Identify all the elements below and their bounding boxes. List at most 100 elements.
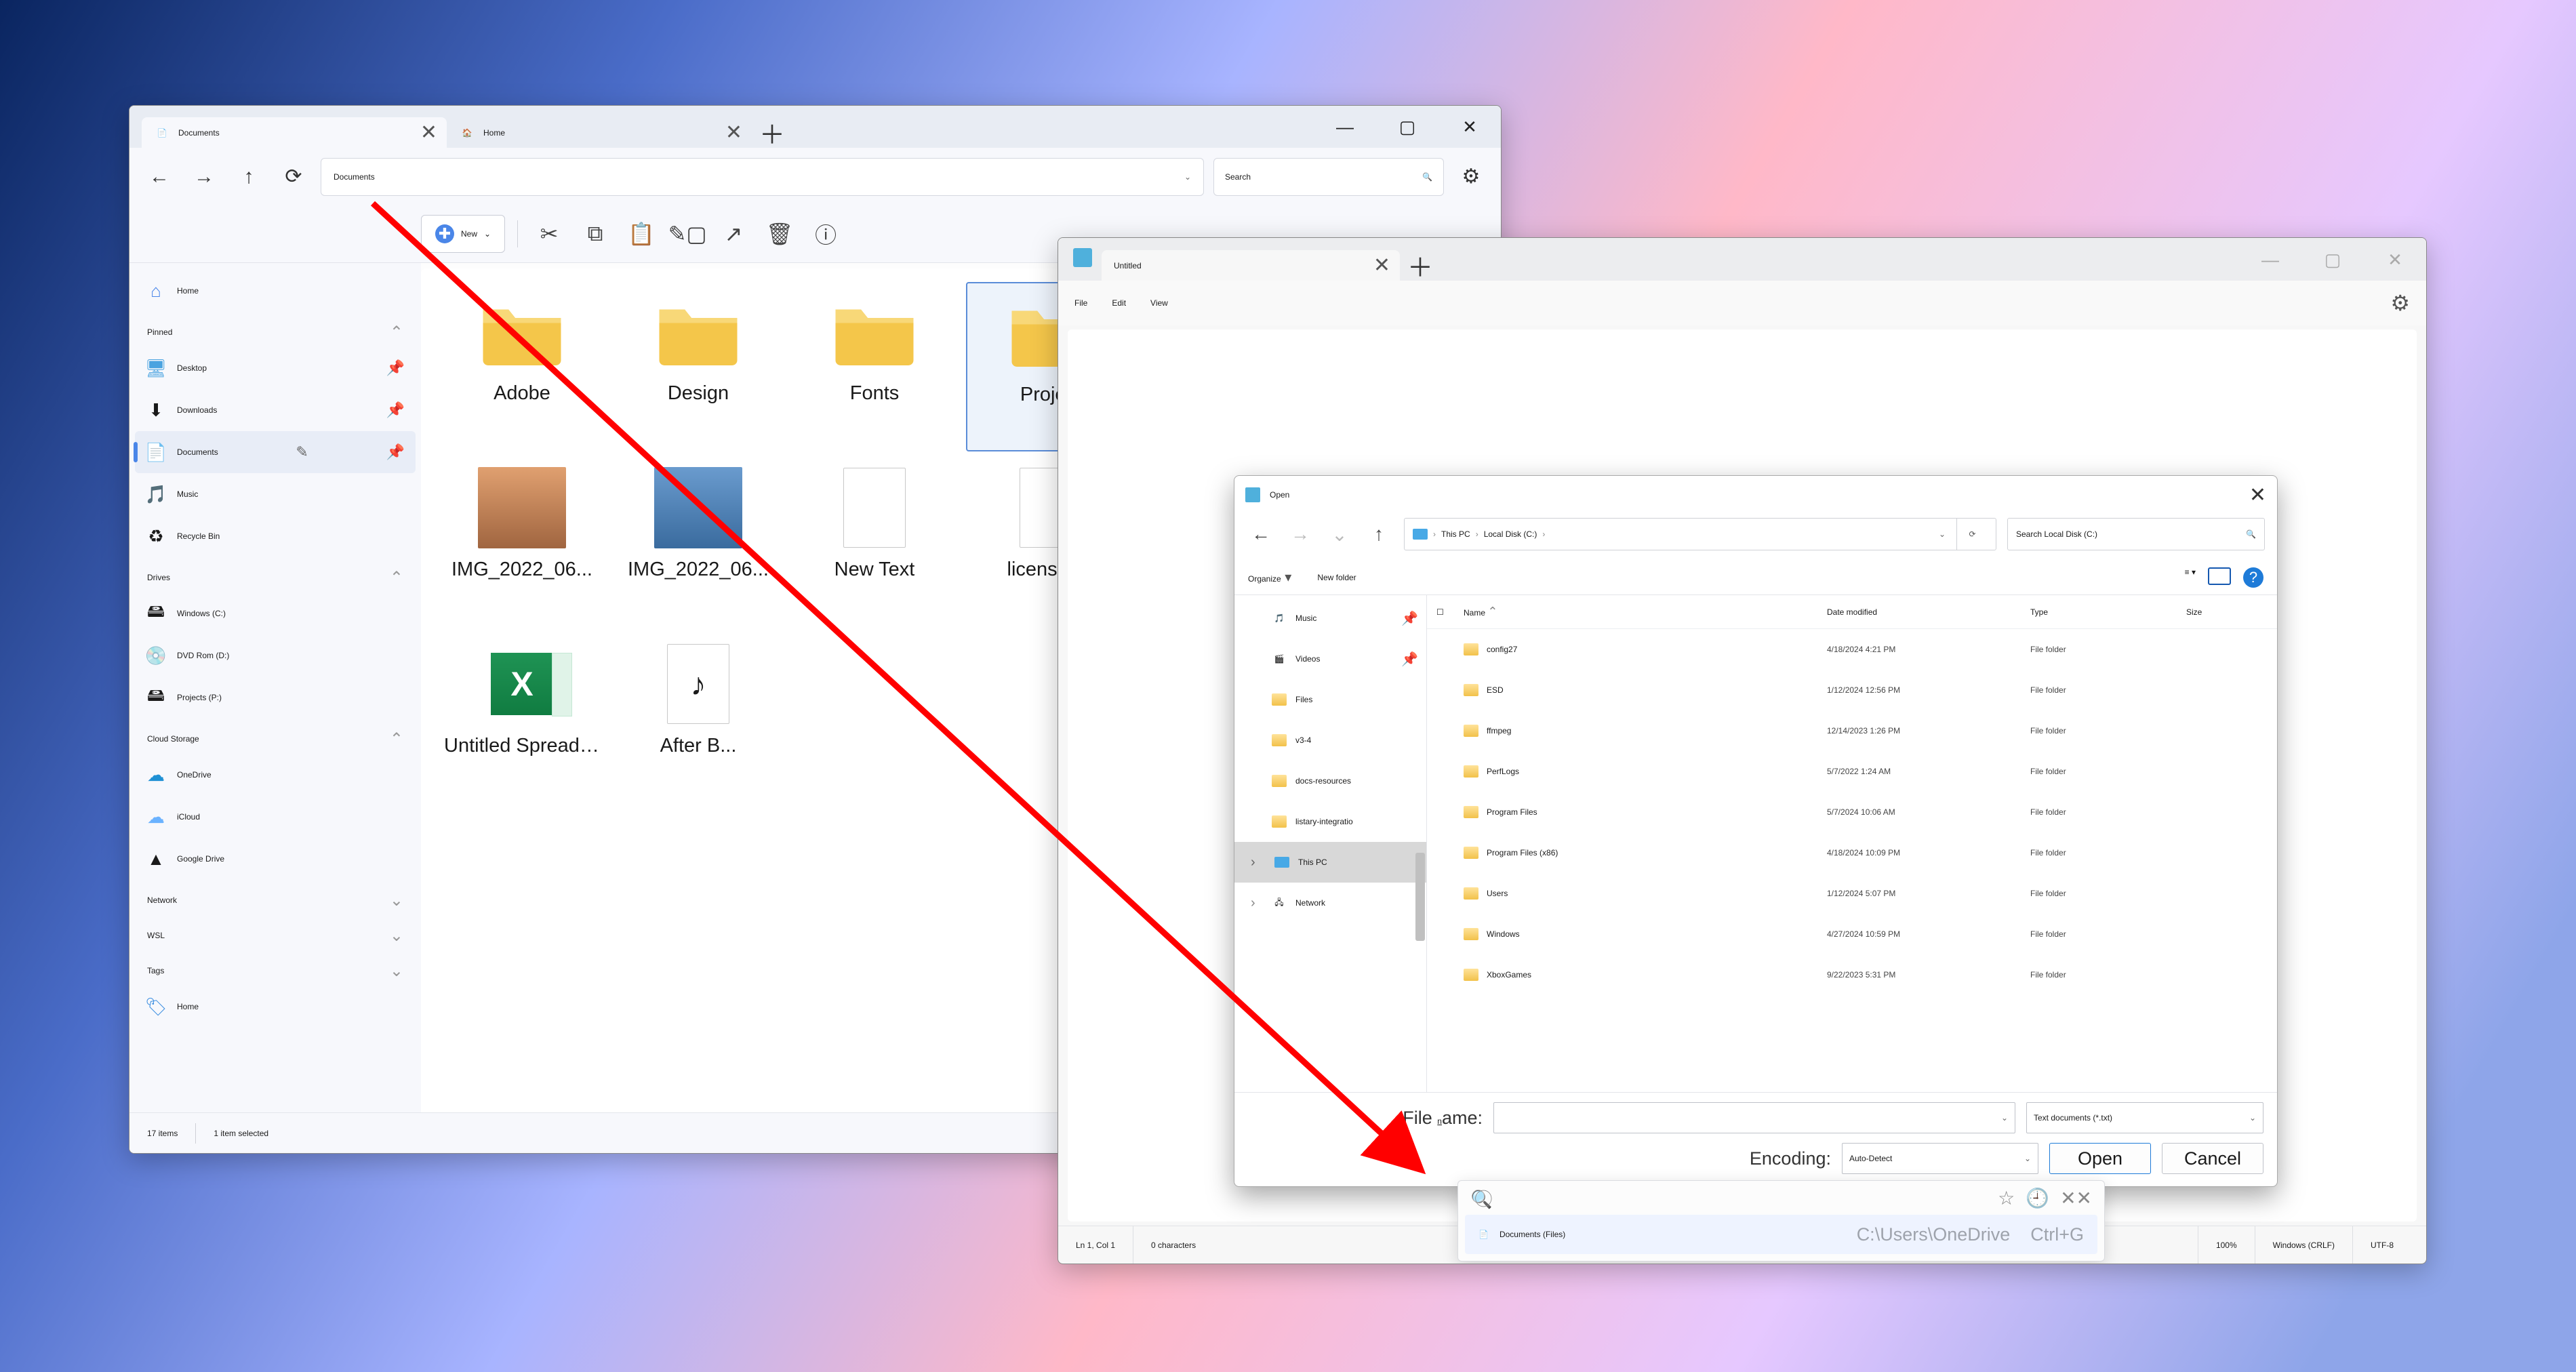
file-row[interactable]: XboxGames9/22/2023 5:31 PMFile folder <box>1427 954 2277 995</box>
tags-header[interactable]: Tags⌄ <box>135 950 416 986</box>
cancel-button[interactable]: Cancel <box>2162 1143 2263 1174</box>
zoom-level[interactable]: 100% <box>2198 1226 2255 1264</box>
cloud-header[interactable]: Cloud Storage⌃ <box>135 719 416 754</box>
pin-icon[interactable]: 📌 <box>386 359 405 377</box>
nav-item[interactable]: Files <box>1234 679 1426 720</box>
encoding[interactable]: UTF-8 <box>2352 1226 2411 1264</box>
file-row[interactable]: Program Files5/7/2024 10:06 AMFile folde… <box>1427 792 2277 832</box>
nav-item[interactable]: v3-4 <box>1234 720 1426 761</box>
nav-item[interactable]: listary-integratio <box>1234 801 1426 842</box>
breadcrumb[interactable]: › This PC› Local Disk (C:)› ⌄ ⟳ <box>1404 518 1996 550</box>
sidebar-item-gdrive[interactable]: ▲Google Drive <box>135 838 416 880</box>
search-input[interactable]: Search Local Disk (C:) 🔍 <box>2007 518 2265 550</box>
address-bar[interactable]: Documents ⌄ <box>321 158 1204 196</box>
file-row[interactable]: Windows4/27/2024 10:59 PMFile folder <box>1427 914 2277 954</box>
menu-view[interactable]: View <box>1150 298 1168 308</box>
file-row[interactable]: Program Files (x86)4/18/2024 10:09 PMFil… <box>1427 832 2277 873</box>
forward-button[interactable]: → <box>186 159 222 195</box>
close-button[interactable]: ✕ <box>2249 483 2266 507</box>
organize-menu[interactable]: Organize <box>1248 569 1291 586</box>
file-row[interactable]: config274/18/2024 4:21 PMFile folder <box>1427 629 2277 670</box>
grid-item[interactable]: ♪After B... <box>613 634 783 804</box>
history-icon[interactable]: 🕘 <box>2026 1187 2049 1209</box>
settings-button[interactable]: ⚙ <box>2390 290 2410 316</box>
file-row[interactable]: ffmpeg12/14/2023 1:26 PMFile folder <box>1427 710 2277 751</box>
menu-edit[interactable]: Edit <box>1112 298 1126 308</box>
tab-untitled[interactable]: Untitled ✕ <box>1102 250 1400 281</box>
grid-item[interactable]: XUntitled Spreads... <box>437 634 607 804</box>
pinned-header[interactable]: Pinned⌃ <box>135 312 416 347</box>
share-button[interactable]: ↗ <box>715 215 752 253</box>
pin-icon[interactable]: 📌 <box>386 401 405 419</box>
help-button[interactable]: ? <box>2243 567 2263 588</box>
delete-button[interactable]: 🗑 <box>761 215 799 253</box>
network-header[interactable]: Network⌄ <box>135 880 416 915</box>
sidebar-item-drive-p[interactable]: 🖴Projects (P:) <box>135 677 416 719</box>
tab-documents[interactable]: 📄 Documents ✕ <box>142 117 447 148</box>
breadcrumb-segment[interactable]: Local Disk (C:) <box>1484 529 1537 539</box>
back-button[interactable]: ← <box>142 159 177 195</box>
close-button[interactable]: ✕ <box>1438 106 1501 148</box>
expand-icon[interactable]: › <box>1251 855 1263 870</box>
info-button[interactable]: ⓘ <box>807 215 845 253</box>
nav-item[interactable]: ›This PC <box>1234 842 1426 883</box>
grid-item[interactable]: IMG_2022_06... <box>437 458 607 628</box>
close-icon[interactable]: ✕ <box>420 121 437 144</box>
nav-item[interactable]: 🎬Videos📌 <box>1234 639 1426 679</box>
star-icon[interactable]: ☆ <box>1998 1187 2015 1209</box>
breadcrumb-segment[interactable]: This PC <box>1441 529 1470 539</box>
checkbox-header[interactable]: ☐ <box>1436 607 1464 617</box>
up-button[interactable]: ↑ <box>1365 520 1393 548</box>
open-button[interactable]: Open <box>2049 1143 2151 1174</box>
cut-button[interactable]: ✂ <box>530 215 568 253</box>
chevron-down-icon[interactable]: ⌄ <box>1939 529 1946 539</box>
minimize-button[interactable]: ― <box>1314 106 1376 148</box>
grid-item[interactable]: Fonts <box>790 282 959 451</box>
sidebar-item-desktop[interactable]: 🖥Desktop📌 <box>135 347 416 389</box>
sidebar-item-recycle[interactable]: ♻Recycle Bin <box>135 515 416 557</box>
file-row[interactable]: Users1/12/2024 5:07 PMFile folder <box>1427 873 2277 914</box>
file-row[interactable]: ESD1/12/2024 12:56 PMFile folder <box>1427 670 2277 710</box>
drives-header[interactable]: Drives⌃ <box>135 557 416 592</box>
search-icon[interactable]: 🔍⃝ <box>1470 1186 1492 1211</box>
grid-item[interactable]: Design <box>613 282 783 451</box>
sidebar-item-dvd[interactable]: 💿DVD Rom (D:) <box>135 634 416 677</box>
up-button[interactable]: ↑ <box>231 159 266 195</box>
pin-icon[interactable]: 📌 <box>386 443 405 461</box>
file-row[interactable]: PerfLogs5/7/2022 1:24 AMFile folder <box>1427 751 2277 792</box>
tools-icon[interactable]: ✕✕ <box>2060 1187 2092 1209</box>
chevron-down-icon[interactable]: ⌄ <box>1184 172 1191 182</box>
file-type-select[interactable]: Text documents (*.txt)⌄ <box>2026 1102 2263 1133</box>
sidebar-home[interactable]: ⌂Home <box>135 270 416 312</box>
minimize-button[interactable]: ― <box>2239 239 2301 281</box>
col-type[interactable]: Type <box>2030 607 2186 617</box>
preview-toggle[interactable] <box>2208 567 2231 585</box>
menu-file[interactable]: File <box>1074 298 1087 308</box>
grid-item[interactable]: IMG_2022_06... <box>613 458 783 628</box>
sidebar-item-music[interactable]: 🎵Music <box>135 473 416 515</box>
maximize-button[interactable]: ▢ <box>1376 106 1438 148</box>
new-tab-button[interactable]: ＋ <box>752 117 792 148</box>
refresh-button[interactable]: ⟳ <box>1956 519 1988 550</box>
search-input[interactable]: Search 🔍 <box>1213 158 1444 196</box>
encoding-select[interactable]: Auto-Detect⌄ <box>1842 1143 2038 1174</box>
tab-home[interactable]: 🏠 Home ✕ <box>447 117 752 148</box>
view-menu[interactable]: ≡ ▾ <box>2185 567 2196 588</box>
settings-button[interactable]: ⚙ <box>1453 159 1489 195</box>
recent-button[interactable]: ⌄ <box>1325 520 1354 548</box>
sidebar-item-drive-c[interactable]: 🖴Windows (C:) <box>135 592 416 634</box>
col-date[interactable]: Date modified <box>1827 607 2030 617</box>
quick-switcher-result[interactable]: 📄 Documents (Files) C:\Users\OneDrive Ct… <box>1465 1215 2097 1254</box>
nav-item[interactable]: ›🖧Network <box>1234 883 1426 923</box>
col-size[interactable]: Size <box>2186 607 2268 617</box>
nav-item[interactable]: docs-resources <box>1234 761 1426 801</box>
grid-item[interactable]: New Text <box>790 458 959 628</box>
sidebar-item-icloud[interactable]: ☁iCloud <box>135 796 416 838</box>
close-icon[interactable]: ✕ <box>1373 254 1390 277</box>
close-button[interactable]: ✕ <box>2364 239 2426 281</box>
refresh-button[interactable]: ⟳ <box>276 159 311 195</box>
new-folder-button[interactable]: New folder <box>1317 573 1356 582</box>
sidebar-item-downloads[interactable]: ⬇Downloads📌 <box>135 389 416 431</box>
text-editor[interactable]: Open ✕ ← → ⌄ ↑ › This PC› Local Disk (C:… <box>1068 329 2417 1222</box>
col-name[interactable]: Name ⌃ <box>1464 605 1827 619</box>
